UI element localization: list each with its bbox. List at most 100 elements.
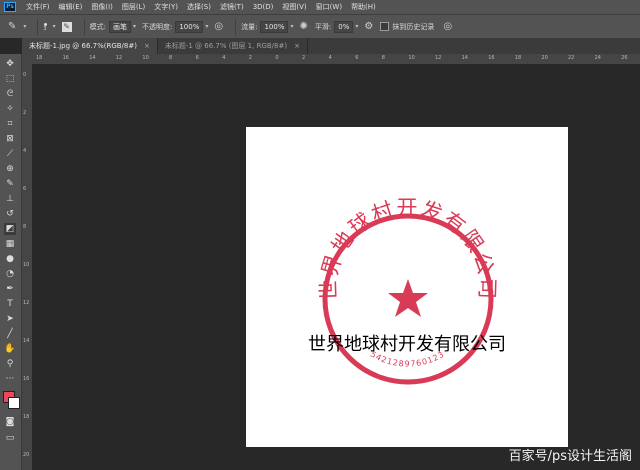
tab-document-1[interactable]: 未标题-1.jpg @ 66.7%(RGB/8#) × xyxy=(22,38,158,54)
divider xyxy=(83,18,85,35)
background-color-swatch[interactable] xyxy=(8,397,20,409)
ruler-tick-label: 14 xyxy=(89,55,96,61)
menu-edit[interactable]: 编辑(E) xyxy=(59,2,83,12)
magic-wand-tool-icon[interactable]: ✧ xyxy=(4,103,16,115)
opacity-chevron-icon[interactable]: ▾ xyxy=(205,23,208,30)
options-bar: ✎ ▾ 3 ▾ ✎ 模式: 画笔 ▾ 不透明度: 100% ▾ ◎ 流量: 10… xyxy=(0,14,640,38)
menu-view[interactable]: 视图(V) xyxy=(282,2,306,12)
ruler-tick-label: 18 xyxy=(23,414,30,420)
ruler-tick-label: 16 xyxy=(62,55,69,61)
ruler-tick-label: 10 xyxy=(142,55,149,61)
divider xyxy=(37,18,39,35)
ruler-corner xyxy=(22,54,32,64)
more-tools-icon[interactable]: ··· xyxy=(4,373,16,385)
ruler-tick-label: 14 xyxy=(461,55,468,61)
frame-tool-icon[interactable]: ⊠ xyxy=(4,133,16,145)
ruler-tick-label: 6 xyxy=(23,186,27,192)
menu-image[interactable]: 图像(I) xyxy=(91,2,113,12)
ruler-tick-label: 4 xyxy=(328,55,332,61)
ruler-tick-label: 10 xyxy=(408,55,415,61)
clone-stamp-tool-icon[interactable]: ⊥ xyxy=(4,193,16,205)
ruler-tick-label: 18 xyxy=(514,55,522,61)
overlay-company-text[interactable]: 世界地球村开发有限公司 xyxy=(308,330,506,356)
brush-size-picker[interactable]: 3 xyxy=(43,21,47,33)
close-icon[interactable]: × xyxy=(294,42,300,50)
brush-size-chevron-icon[interactable]: ▾ xyxy=(53,23,56,30)
smoothing-field[interactable]: 0% xyxy=(334,20,354,33)
hand-tool-icon[interactable]: ✋ xyxy=(4,343,16,355)
opacity-label: 不透明度: xyxy=(141,22,173,31)
menu-layer[interactable]: 图层(L) xyxy=(122,2,145,12)
erase-to-history-label: 抹到历史记录 xyxy=(392,22,435,31)
ruler-tick-label: 20 xyxy=(23,452,30,458)
ruler-tick-label: 0 xyxy=(23,72,27,78)
flow-chevron-icon[interactable]: ▾ xyxy=(290,23,293,30)
document-canvas[interactable]: 世界地球村开发有限公司 5421289760123 xyxy=(246,127,568,447)
menu-type[interactable]: 文字(Y) xyxy=(154,2,178,12)
opacity-field[interactable]: 100% xyxy=(175,20,204,33)
menu-filter[interactable]: 滤镜(T) xyxy=(220,2,244,12)
tab-label: 未标题-1 @ 66.7% (图层 1, RGB/8#) xyxy=(164,42,288,50)
menu-help[interactable]: 帮助(H) xyxy=(351,2,376,12)
screen-mode-icon[interactable]: ▭ xyxy=(4,432,16,444)
ruler-tick-label: 8 xyxy=(169,55,173,61)
gear-icon[interactable]: ⚙ xyxy=(364,21,373,32)
pen-tool-icon[interactable]: ✒ xyxy=(4,283,16,295)
quick-mask-icon[interactable]: ◙ xyxy=(4,416,16,428)
line-tool-icon[interactable]: ╱ xyxy=(4,328,16,340)
menu-3d[interactable]: 3D(D) xyxy=(253,3,274,11)
tab-document-2[interactable]: 未标题-1 @ 66.7% (图层 1, RGB/8#) × xyxy=(158,38,308,54)
mode-chevron-icon[interactable]: ▾ xyxy=(133,23,136,30)
ruler-tick-label: 8 xyxy=(381,55,385,61)
marquee-tool-icon[interactable]: ⬚ xyxy=(4,73,16,85)
airbrush-icon[interactable]: ✺ xyxy=(300,21,308,32)
eraser-tool-preset-icon[interactable]: ✎ xyxy=(8,21,16,32)
brush-tool-icon[interactable]: ✎ xyxy=(4,178,16,190)
pressure-opacity-icon[interactable]: ◎ xyxy=(214,21,223,32)
ruler-tick-label: 14 xyxy=(23,338,30,344)
erase-to-history-checkbox[interactable] xyxy=(380,22,390,31)
mode-label: 模式: xyxy=(89,22,106,31)
ruler-tick-label: 20 xyxy=(541,55,548,61)
healing-brush-tool-icon[interactable]: ⊕ xyxy=(4,163,16,175)
ruler-tick-label: 24 xyxy=(594,55,601,61)
move-tool-icon[interactable]: ✥ xyxy=(4,58,16,70)
ruler-tick-label: 22 xyxy=(568,55,575,61)
ruler-tick-label: 12 xyxy=(23,300,30,306)
close-icon[interactable]: × xyxy=(144,42,150,50)
type-tool-icon[interactable]: T xyxy=(4,298,16,310)
seal-stamp: 世界地球村开发有限公司 5421289760123 xyxy=(317,196,497,385)
history-brush-tool-icon[interactable]: ↺ xyxy=(4,208,16,220)
tools-panel: ✥ ⬚ ᘓ ✧ ⌗ ⊠ ⟋ ⊕ ✎ ⊥ ↺ ◩ ▦ ● ◔ ✒ T ➤ ╱ ✋ … xyxy=(0,54,22,470)
ruler-tick-label: 2 xyxy=(302,55,306,61)
lasso-tool-icon[interactable]: ᘓ xyxy=(4,88,16,100)
photoshop-logo-icon: Ps xyxy=(4,2,16,12)
pressure-size-icon[interactable]: ◎ xyxy=(443,21,452,32)
preset-dropdown-chevron-icon[interactable]: ▾ xyxy=(23,23,26,30)
menu-select[interactable]: 选择(S) xyxy=(187,2,211,12)
mode-select[interactable]: 画笔 xyxy=(108,20,131,33)
ruler-tick-label: 6 xyxy=(355,55,359,61)
flow-field[interactable]: 100% xyxy=(260,20,289,33)
ruler-tick-label: 10 xyxy=(23,262,30,268)
eyedropper-tool-icon[interactable]: ⟋ xyxy=(4,148,16,160)
smoothing-chevron-icon[interactable]: ▾ xyxy=(355,23,358,30)
ruler-tick-label: 18 xyxy=(36,55,43,61)
menu-window[interactable]: 窗口(W) xyxy=(316,2,342,12)
ruler-tick-label: 26 xyxy=(621,55,628,61)
divider xyxy=(235,18,237,35)
menu-file[interactable]: 文件(F) xyxy=(26,2,50,12)
blur-tool-icon[interactable]: ● xyxy=(4,253,16,265)
flow-label: 流量: xyxy=(241,22,258,31)
smoothing-label: 平滑: xyxy=(314,22,332,31)
tab-label: 未标题-1.jpg @ 66.7%(RGB/8#) xyxy=(29,42,137,50)
path-selection-tool-icon[interactable]: ➤ xyxy=(4,313,16,325)
dodge-tool-icon[interactable]: ◔ xyxy=(4,268,16,280)
brush-settings-panel-icon[interactable]: ✎ xyxy=(61,21,72,32)
ruler-tick-label: 4 xyxy=(222,55,226,61)
gradient-tool-icon[interactable]: ▦ xyxy=(4,238,16,250)
zoom-tool-icon[interactable]: ⚲ xyxy=(4,358,16,370)
document-tab-bar: 未标题-1.jpg @ 66.7%(RGB/8#) × 未标题-1 @ 66.7… xyxy=(22,38,640,54)
eraser-tool-icon[interactable]: ◩ xyxy=(4,223,16,235)
crop-tool-icon[interactable]: ⌗ xyxy=(4,118,16,130)
